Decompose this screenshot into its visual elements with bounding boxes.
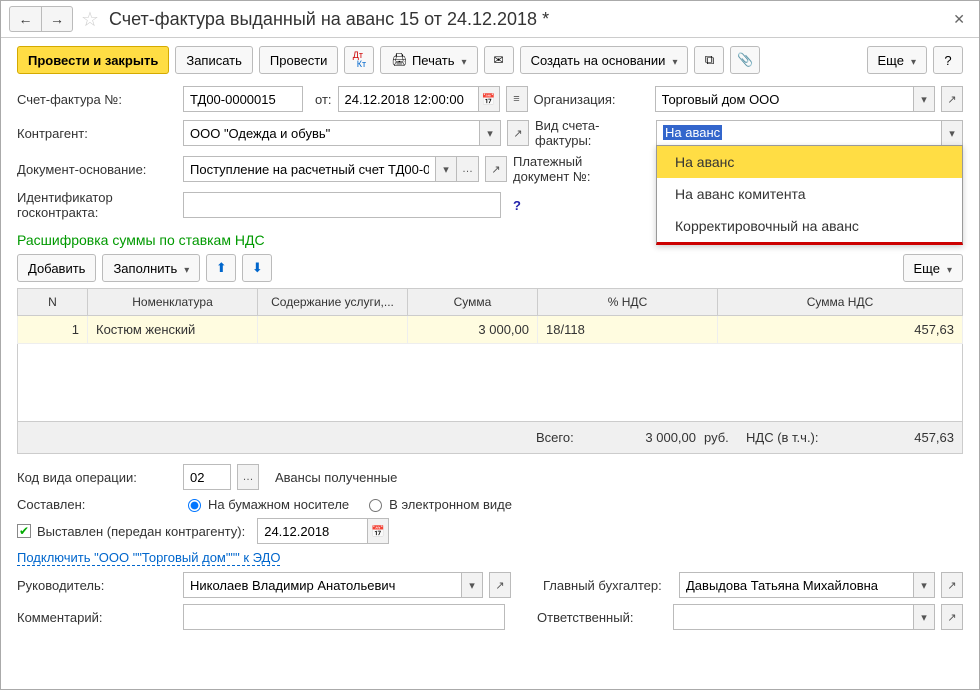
issued-label: Выставлен (передан контрагенту):	[37, 524, 245, 539]
ellipsis-button[interactable]: …	[237, 464, 259, 490]
head-label: Руководитель:	[17, 578, 177, 593]
basis-doc-input[interactable]	[183, 156, 435, 182]
invoice-type-input[interactable]: На аванс	[656, 120, 941, 146]
composed-label: Составлен:	[17, 497, 177, 512]
head-input[interactable]	[183, 572, 461, 598]
table-more-button[interactable]: Еще	[903, 254, 963, 282]
accountant-label: Главный бухгалтер:	[543, 578, 673, 593]
printer-icon: 🖨	[391, 52, 408, 68]
paper-radio[interactable]: На бумажном носителе	[183, 496, 349, 512]
op-desc: Авансы полученные	[275, 470, 397, 485]
vat-table: N Номенклатура Содержание услуги,... Сум…	[17, 288, 963, 344]
dropdown-icon[interactable]: ▾	[941, 120, 963, 146]
open-button[interactable]: ↗	[485, 156, 507, 182]
chevron-down-icon	[669, 53, 677, 68]
responsible-label: Ответственный:	[537, 610, 667, 625]
table-row[interactable]: 1 Костюм женский 3 000,00 18/118 457,63	[18, 316, 963, 344]
nav-forward-button[interactable]: →	[41, 6, 73, 32]
ellipsis-button[interactable]: …	[457, 156, 479, 182]
email-button[interactable]: ✉	[484, 46, 514, 74]
op-code-label: Код вида операции:	[17, 470, 177, 485]
move-down-button[interactable]: ⬇	[242, 254, 272, 282]
open-button[interactable]: ↗	[941, 604, 963, 630]
invoice-no-label: Счет-фактура №:	[17, 92, 177, 107]
chevron-down-icon	[944, 261, 952, 276]
post-button[interactable]: Провести	[259, 46, 339, 74]
counterparty-input[interactable]	[183, 120, 479, 146]
envelope-icon: ✉	[494, 53, 504, 67]
nav-back-button[interactable]: ←	[9, 6, 41, 32]
comment-label: Комментарий:	[17, 610, 177, 625]
more-button[interactable]: Еще	[867, 46, 927, 74]
fill-button[interactable]: Заполнить	[102, 254, 200, 282]
table-empty-area[interactable]	[17, 344, 963, 422]
close-icon[interactable]: ✕	[947, 9, 971, 30]
dropdown-option[interactable]: Корректировочный на аванс	[657, 210, 962, 242]
dt-kt-button[interactable]: ДтКт	[344, 46, 374, 74]
post-and-close-button[interactable]: Провести и закрыть	[17, 46, 169, 74]
comment-input[interactable]	[183, 604, 505, 630]
col-rate[interactable]: % НДС	[538, 289, 718, 316]
org-input[interactable]	[655, 86, 913, 112]
chevron-down-icon	[908, 53, 916, 68]
basis-doc-label: Документ-основание:	[17, 162, 177, 177]
create-based-on-button[interactable]: Создать на основании	[520, 46, 689, 74]
chevron-down-icon	[181, 261, 189, 276]
open-button[interactable]: ↗	[941, 86, 963, 112]
govcontract-input[interactable]	[183, 192, 501, 218]
structure-button[interactable]: ⧉	[694, 46, 724, 74]
issued-date-input[interactable]	[257, 518, 367, 544]
counterparty-label: Контрагент:	[17, 126, 177, 141]
add-row-button[interactable]: Добавить	[17, 254, 96, 282]
col-sum[interactable]: Сумма	[408, 289, 538, 316]
totals-row: Всего: 3 000,00 руб. НДС (в т.ч.): 457,6…	[17, 422, 963, 454]
electronic-radio[interactable]: В электронном виде	[364, 496, 512, 512]
accountant-input[interactable]	[679, 572, 913, 598]
invoice-type-label: Вид счета-фактуры:	[535, 118, 650, 148]
invoice-type-dropdown: На аванс На аванс комитента Корректирово…	[656, 145, 963, 245]
attach-button[interactable]: 📎	[730, 46, 760, 74]
dropdown-icon[interactable]: ▾	[913, 604, 935, 630]
col-n[interactable]: N	[18, 289, 88, 316]
from-label: от:	[315, 92, 332, 107]
open-button[interactable]: ↗	[489, 572, 511, 598]
dropdown-icon[interactable]: ▾	[479, 120, 501, 146]
calendar-icon[interactable]: 📅	[367, 518, 389, 544]
favorite-star-icon[interactable]: ☆	[81, 7, 99, 32]
paydoc-label: Платежный документ №:	[513, 154, 628, 184]
col-item[interactable]: Номенклатура	[88, 289, 258, 316]
org-label: Организация:	[534, 92, 649, 107]
open-button[interactable]: ↗	[507, 120, 529, 146]
chevron-down-icon	[459, 53, 467, 68]
save-button[interactable]: Записать	[175, 46, 253, 74]
help-button[interactable]: ?	[933, 46, 963, 74]
dropdown-icon[interactable]: ▾	[913, 572, 935, 598]
print-button[interactable]: 🖨 Печать	[380, 46, 477, 74]
window-title: Счет-фактура выданный на аванс 15 от 24.…	[109, 9, 947, 30]
issued-checkbox[interactable]: ✔	[17, 524, 31, 538]
dropdown-option[interactable]: На аванс комитента	[657, 178, 962, 210]
govcontract-label: Идентификатор госконтракта:	[17, 190, 177, 220]
move-up-button[interactable]: ⬆	[206, 254, 236, 282]
dropdown-icon[interactable]: ▾	[461, 572, 483, 598]
open-button[interactable]: ↗	[941, 572, 963, 598]
col-vat[interactable]: Сумма НДС	[718, 289, 963, 316]
responsible-input[interactable]	[673, 604, 913, 630]
col-desc[interactable]: Содержание услуги,...	[258, 289, 408, 316]
reorder-button[interactable]: ≡	[506, 86, 528, 112]
op-code-input[interactable]	[183, 464, 231, 490]
help-icon[interactable]: ?	[513, 198, 521, 213]
dropdown-icon[interactable]: ▾	[435, 156, 457, 182]
date-input[interactable]	[338, 86, 478, 112]
invoice-no-input[interactable]	[183, 86, 303, 112]
calendar-icon[interactable]: 📅	[478, 86, 500, 112]
edo-link[interactable]: Подключить "ООО ""Торговый дом""" к ЭДО	[17, 550, 280, 566]
paperclip-icon: 📎	[737, 52, 753, 68]
dropdown-option[interactable]: На аванс	[657, 146, 962, 178]
dropdown-icon[interactable]: ▾	[913, 86, 935, 112]
tree-icon: ⧉	[705, 52, 714, 68]
